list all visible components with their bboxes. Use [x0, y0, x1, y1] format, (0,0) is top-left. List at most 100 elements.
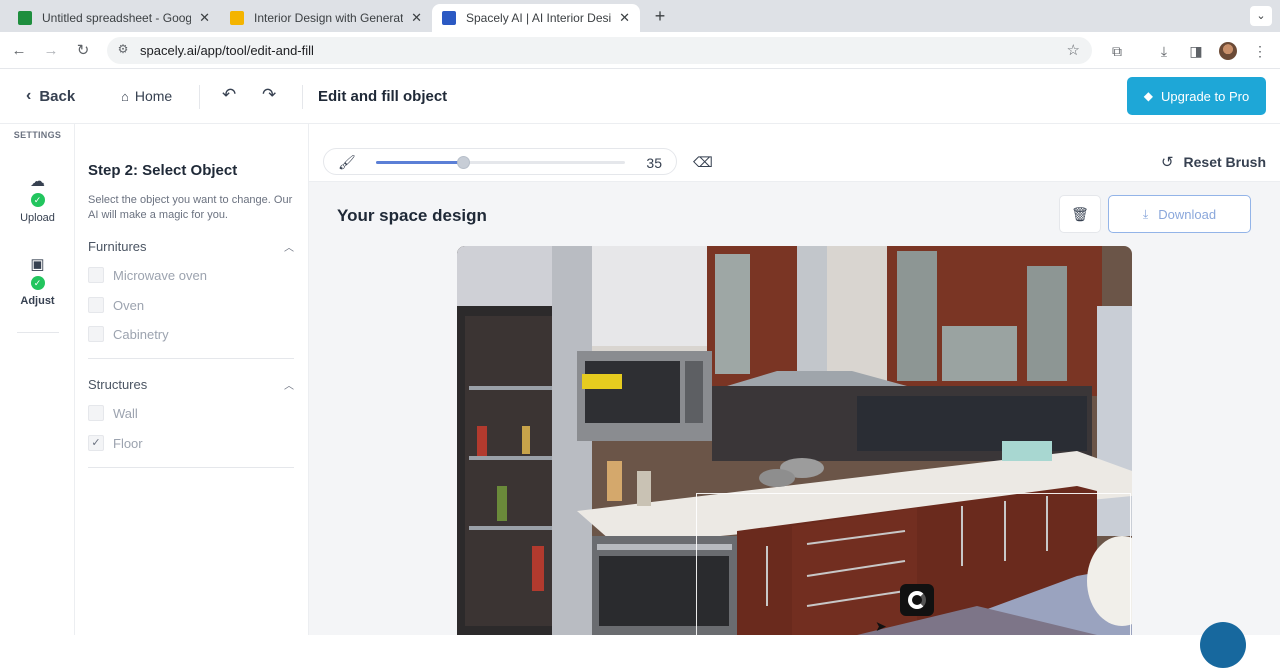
- reset-brush-button[interactable]: ↺ Reset Brush: [1161, 153, 1266, 171]
- address-bar[interactable]: ⚙ spacely.ai/app/tool/edit-and-fill ☆: [107, 37, 1092, 64]
- download-icon: ⤓: [1142, 206, 1149, 221]
- back-arrow-icon[interactable]: ←: [8, 40, 30, 62]
- option-floor[interactable]: ✓ Floor: [88, 435, 143, 451]
- redo-icon[interactable]: ↷: [262, 85, 276, 105]
- canvas-title: Your space design: [337, 206, 487, 225]
- checkbox[interactable]: [88, 297, 104, 313]
- rail-step-upload[interactable]: ☁ ✓ Upload: [0, 172, 75, 224]
- downloads-icon[interactable]: ⤓: [1153, 40, 1175, 62]
- mouse-cursor-icon: ➤: [875, 618, 887, 634]
- new-tab-icon[interactable]: +: [650, 6, 670, 27]
- profile-avatar[interactable]: [1219, 42, 1237, 60]
- option-label: Cabinetry: [113, 326, 169, 342]
- reload-icon[interactable]: ↻: [72, 40, 94, 62]
- steps-rail: SETTINGS ☁ ✓ Upload ▣ ✓ Adjust: [0, 124, 75, 635]
- option-label: Oven: [113, 297, 145, 313]
- upgrade-label: Upgrade to Pro: [1161, 88, 1250, 104]
- upgrade-to-pro-button[interactable]: ◆ Upgrade to Pro: [1127, 77, 1266, 115]
- home-button[interactable]: ⌂ Home: [121, 88, 172, 104]
- brush-size-control: 🖌 35: [323, 148, 677, 175]
- close-tab-icon[interactable]: ✕: [199, 10, 210, 26]
- chevron-up-icon: ︿: [284, 381, 294, 392]
- page-title: Edit and fill object: [318, 88, 448, 105]
- option-label: Microwave oven: [113, 267, 207, 283]
- tab-title: Spacely AI | AI Interior Design: [466, 11, 612, 25]
- brush-size-slider[interactable]: [376, 156, 625, 169]
- group-header-furnitures[interactable]: Furnitures ︿: [88, 239, 294, 254]
- divider: [302, 85, 303, 109]
- settings-heading: SETTINGS: [13, 130, 62, 140]
- option-wall[interactable]: Wall: [88, 405, 138, 421]
- undo-icon[interactable]: ↶: [222, 85, 236, 105]
- main-workspace: 🖌 35 ⌫ ↺ Reset Brush Your space design 🗑…: [309, 124, 1280, 668]
- url-text: spacely.ai/app/tool/edit-and-fill: [140, 43, 314, 58]
- browser-tab-bar: Untitled spreadsheet - Googl ✕ Interior …: [0, 0, 1280, 32]
- delete-button[interactable]: 🗑: [1059, 195, 1101, 233]
- spacely-icon: [442, 11, 456, 25]
- chat-fab-button[interactable]: [1200, 622, 1246, 668]
- diamond-icon: ◆: [1143, 89, 1154, 103]
- tab-search-icon[interactable]: ⌄: [1250, 6, 1272, 26]
- rail-step-label: Upload: [20, 212, 55, 224]
- brush-icon[interactable]: 🖌: [338, 154, 356, 171]
- download-button[interactable]: ⤓ Download: [1108, 195, 1251, 233]
- adjust-image-icon: ▣: [30, 256, 45, 273]
- option-cabinetry[interactable]: Cabinetry: [88, 326, 169, 342]
- group-title: Furnitures: [88, 239, 147, 254]
- browser-menu-icon[interactable]: ⋮: [1249, 40, 1271, 62]
- step-description: Select the object you want to change. Ou…: [88, 194, 293, 221]
- checkbox-checked[interactable]: ✓: [88, 435, 104, 451]
- option-microwave-oven[interactable]: Microwave oven: [88, 267, 207, 283]
- option-label: Wall: [113, 405, 138, 421]
- option-label: Floor: [113, 435, 143, 451]
- select-object-panel: Step 2: Select Object Select the object …: [75, 124, 309, 635]
- browser-tab-spreadsheet[interactable]: Untitled spreadsheet - Googl ✕: [8, 4, 220, 32]
- loading-spinner-icon: [900, 584, 934, 616]
- back-button[interactable]: ‹ Back: [26, 87, 75, 105]
- download-label: Download: [1158, 206, 1217, 222]
- brush-toolbar: 🖌 35 ⌫ ↺ Reset Brush: [309, 124, 1280, 182]
- divider: [88, 467, 294, 468]
- forward-arrow-icon[interactable]: →: [40, 40, 62, 62]
- slider-fill: [376, 161, 464, 164]
- brush-size-value: 35: [646, 155, 662, 171]
- reset-icon: ↺: [1160, 154, 1174, 171]
- checkbox[interactable]: [88, 405, 104, 421]
- group-title: Structures: [88, 377, 148, 392]
- bookmark-star-icon[interactable]: ☆: [1067, 41, 1080, 59]
- slides-icon: [230, 11, 244, 25]
- chevron-up-icon: ︿: [284, 243, 294, 254]
- divider: [199, 85, 200, 109]
- divider: [17, 332, 59, 333]
- kitchen-photo[interactable]: [457, 246, 1132, 635]
- rail-step-adjust[interactable]: ▣ ✓ Adjust: [0, 255, 75, 307]
- checkbox[interactable]: [88, 326, 104, 342]
- home-icon: ⌂: [121, 88, 129, 104]
- tab-title: Untitled spreadsheet - Googl: [42, 11, 192, 25]
- divider: [88, 358, 294, 359]
- browser-tab-spacely[interactable]: Spacely AI | AI Interior Design ✕: [432, 4, 640, 32]
- check-icon: ✓: [30, 193, 45, 207]
- sheets-icon: [18, 11, 32, 25]
- chevron-left-icon: ‹: [26, 87, 32, 104]
- close-tab-icon[interactable]: ✕: [619, 10, 630, 26]
- back-label: Back: [39, 87, 76, 105]
- cloud-upload-icon: ☁: [30, 173, 45, 190]
- extensions-icon[interactable]: ⧉: [1106, 40, 1128, 62]
- eraser-icon[interactable]: ⌫: [693, 154, 713, 171]
- close-tab-icon[interactable]: ✕: [411, 10, 422, 26]
- rail-step-label: Adjust: [20, 295, 55, 307]
- site-settings-icon[interactable]: ⚙: [115, 42, 131, 58]
- reset-label: Reset Brush: [1183, 154, 1266, 170]
- option-oven[interactable]: Oven: [88, 297, 144, 313]
- checkbox[interactable]: [88, 267, 104, 283]
- step-title: Step 2: Select Object: [88, 162, 238, 179]
- browser-tab-interior-design[interactable]: Interior Design with Generativ ✕: [220, 4, 432, 32]
- slider-handle[interactable]: [457, 156, 471, 169]
- check-icon: ✓: [30, 276, 45, 290]
- canvas-header: Your space design 🗑 ⤓ Download: [309, 182, 1280, 242]
- side-panel-icon[interactable]: ◨: [1185, 40, 1207, 62]
- trash-icon: 🗑: [1071, 206, 1089, 222]
- app-header: ‹ Back ⌂ Home ↶ ↷ Edit and fill object ◆…: [0, 69, 1280, 124]
- group-header-structures[interactable]: Structures ︿: [88, 377, 294, 392]
